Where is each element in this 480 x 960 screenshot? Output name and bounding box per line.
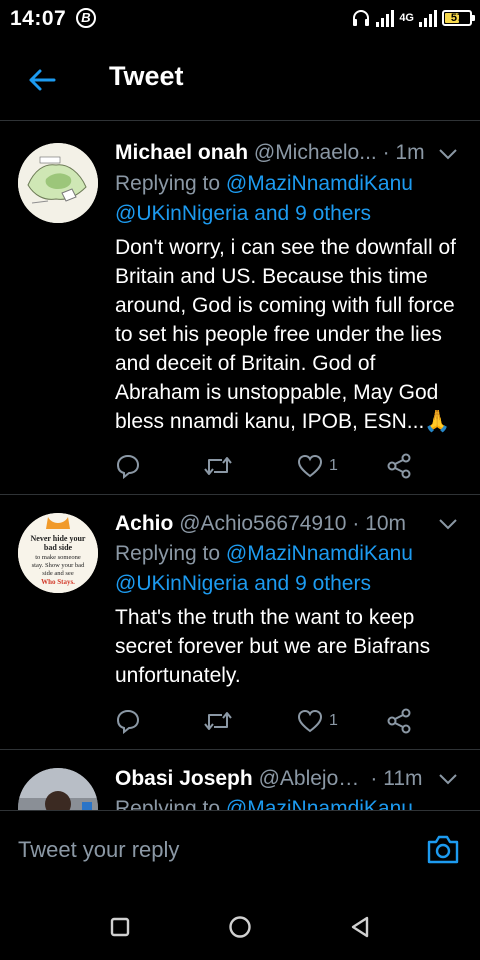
share-button[interactable]	[386, 451, 412, 481]
quote-image-icon: Never hide your bad side to make someone…	[18, 513, 98, 593]
author-name[interactable]: Obasi Joseph	[115, 767, 253, 790]
battery-percent: 57	[450, 12, 464, 24]
b-badge-icon: B	[76, 8, 96, 28]
tweet-text: That's the truth the want to keep secret…	[115, 606, 431, 687]
tweet-reply-1[interactable]: Michael onah @Michaelo... · 1m Replying …	[0, 121, 480, 493]
camera-icon	[427, 835, 459, 864]
tweet-time: · 11m	[370, 767, 423, 790]
avatar-quote-line: side and see	[42, 570, 74, 577]
reply-button[interactable]	[115, 706, 141, 736]
tweet-menu-button[interactable]	[438, 517, 458, 531]
mention-others-link[interactable]: @UKinNigeria and 9 others	[115, 202, 371, 225]
tweet-menu-button[interactable]	[438, 772, 458, 786]
author-name[interactable]: Achio	[115, 512, 173, 535]
reply-input[interactable]: Tweet your reply	[18, 837, 179, 863]
signal-icon-2	[419, 9, 437, 27]
chevron-down-icon	[439, 149, 457, 160]
signal-icon	[376, 9, 395, 27]
tweet-actions: 1	[115, 706, 415, 736]
tweet-reply-2[interactable]: Never hide your bad side to make someone…	[0, 495, 480, 749]
tweet-header: Michael onah @Michaelo... · 1m	[115, 141, 464, 165]
battery-icon: 57	[442, 10, 475, 26]
back-button[interactable]	[22, 62, 62, 98]
home-button[interactable]	[223, 910, 257, 944]
replying-to: Replying to @MaziNnamdiKanu @UKinNigeria…	[115, 169, 413, 229]
replying-to-label: Replying to	[115, 797, 221, 810]
mention-link[interactable]: @MaziNnamdiKanu	[226, 172, 413, 195]
tweet-time: · 10m	[352, 512, 407, 535]
tweet-header: Obasi Joseph @Ablejoe... · 11m	[115, 767, 464, 791]
map-illustration-icon	[18, 143, 98, 223]
retweet-button[interactable]	[203, 706, 233, 736]
avatar-quote-line: Never hide your	[31, 534, 86, 543]
avatar-quote-line: to make someone	[35, 554, 81, 561]
tweet-header: Achio @Achio56674910 · 10m	[115, 512, 464, 536]
share-icon	[387, 453, 411, 479]
avatar[interactable]	[18, 143, 98, 223]
mention-link[interactable]: @MaziNnamdiKanu	[226, 542, 413, 565]
tweet-text: Don't worry, i can see the downfall of B…	[115, 236, 456, 433]
like-button[interactable]: 1	[297, 706, 338, 736]
recents-button[interactable]	[103, 910, 137, 944]
circle-icon	[229, 916, 251, 938]
reply-button[interactable]	[115, 451, 141, 481]
square-icon	[110, 917, 130, 937]
author-handle[interactable]: @Achio56674910	[179, 512, 346, 536]
page-title: Tweet	[109, 61, 184, 91]
tweet-time: · 1m	[382, 141, 425, 164]
reply-composer: Tweet your reply	[0, 810, 480, 895]
avatar[interactable]	[18, 768, 98, 810]
tweet-menu-button[interactable]	[438, 147, 458, 161]
replying-to: Replying to @MaziNnamdiKanu	[115, 794, 413, 810]
person-photo-icon	[18, 768, 98, 810]
mention-link[interactable]: @MaziNnamdiKanu	[226, 797, 413, 810]
author-name[interactable]: Michael onah	[115, 141, 248, 164]
system-nav-bar	[0, 894, 480, 960]
back-nav-button[interactable]	[343, 910, 377, 944]
reply-icon	[116, 454, 140, 479]
like-icon	[297, 454, 323, 478]
status-icons: 4G 57	[351, 6, 475, 30]
author-handle[interactable]: @Michaelo...	[254, 141, 377, 165]
avatar[interactable]: Never hide your bad side to make someone…	[18, 513, 98, 593]
back-arrow-icon	[29, 69, 56, 91]
like-count: 1	[329, 712, 338, 729]
chevron-down-icon	[439, 774, 457, 785]
tweet-reply-3[interactable]: Obasi Joseph @Ablejoe... · 11m Replying …	[0, 750, 480, 810]
triangle-back-icon	[351, 916, 369, 938]
replying-to-label: Replying to	[115, 172, 221, 195]
status-bar: 14:07 B 4G 57	[0, 0, 480, 38]
status-time: 14:07	[10, 7, 67, 30]
retweet-icon	[204, 457, 232, 475]
share-icon	[387, 708, 411, 734]
tweet-actions: 1	[115, 451, 415, 481]
author-handle[interactable]: @Ablejoe...	[259, 767, 365, 791]
like-button[interactable]: 1	[297, 451, 338, 481]
avatar-quote-line: stay. Show your bad	[32, 562, 85, 569]
like-icon	[297, 709, 323, 733]
avatar-quote-line: bad side	[44, 543, 73, 552]
reply-icon	[116, 709, 140, 734]
network-type: 4G	[399, 12, 414, 24]
avatar-quote-line: Who Stays.	[41, 578, 75, 586]
headphones-icon	[353, 10, 370, 26]
mention-others-link[interactable]: @UKinNigeria and 9 others	[115, 572, 371, 595]
camera-button[interactable]	[426, 833, 460, 870]
retweet-icon	[204, 712, 232, 730]
top-app-bar: Tweet	[0, 38, 480, 120]
chevron-down-icon	[439, 519, 457, 530]
share-button[interactable]	[386, 706, 412, 736]
like-count: 1	[329, 457, 338, 474]
replying-to-label: Replying to	[115, 542, 221, 565]
retweet-button[interactable]	[203, 451, 233, 481]
replying-to: Replying to @MaziNnamdiKanu @UKinNigeria…	[115, 539, 413, 599]
